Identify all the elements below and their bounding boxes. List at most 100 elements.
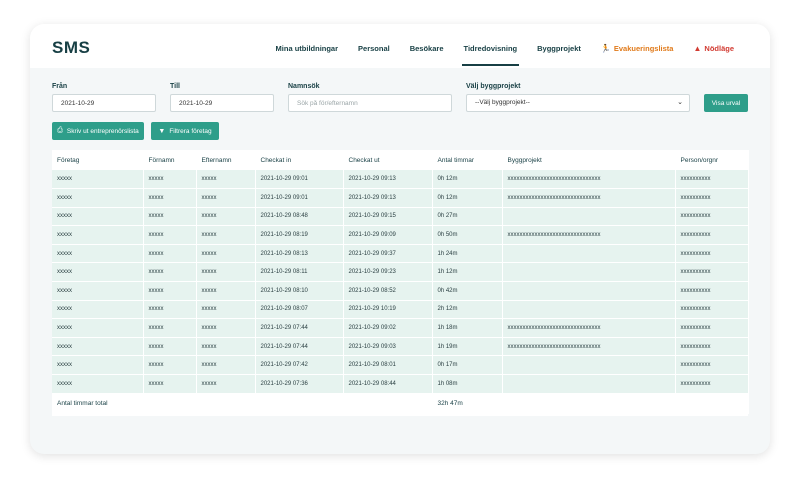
table-cell: [502, 374, 676, 394]
to-label: Till: [170, 83, 180, 90]
table-row[interactable]: xxxxx xxxxx xxxxx 2021-10-29 09:01 2021-10-2…: [52, 170, 749, 190]
table-cell: xxxxxxxxxxxxxxxxxxxxxxxxxxxxxxx: [502, 318, 676, 338]
table-cell: 1h 12m: [432, 262, 503, 283]
logo[interactable]: SMS: [52, 38, 90, 58]
column-header[interactable]: Checkat in: [255, 150, 344, 170]
table-cell: 2021-10-29 08:48: [255, 207, 344, 227]
table-cell: 2021-10-29 08:52: [343, 281, 433, 301]
project-select[interactable]: --Välj byggprojekt-- ⌄: [466, 94, 690, 112]
name-search-input[interactable]: [288, 94, 452, 112]
table-cell: xxxxxxxxxxxxxxxxxxxxxxxxxxxxxxx: [502, 337, 676, 357]
table-cell: xxxxx: [143, 262, 197, 283]
table-cell: [502, 281, 676, 301]
column-header[interactable]: Förnamn: [143, 150, 197, 170]
running-person-icon: 🏃: [600, 44, 611, 53]
table-cell: xxxxx: [196, 262, 256, 283]
column-header[interactable]: Checkat ut: [343, 150, 433, 170]
nav-byggprojekt[interactable]: Byggprojekt: [527, 24, 591, 68]
table-cell: xxxxxxxxxx: [675, 244, 749, 264]
table-cell: 0h 12m: [432, 170, 503, 190]
table-cell: xxxxx: [196, 318, 256, 338]
table-cell: 2021-10-29 09:23: [343, 262, 433, 283]
table-cell: 2021-10-29 07:42: [255, 355, 344, 376]
column-header[interactable]: Antal timmar: [432, 150, 503, 170]
table-cell: xxxxx: [143, 355, 197, 376]
filter-company-button[interactable]: ▼ Filtrera företag: [151, 122, 219, 140]
table-cell: xxxxx: [143, 244, 197, 264]
table-cell: 0h 12m: [432, 188, 503, 208]
table-cell: xxxxx: [52, 262, 144, 283]
table-cell: xxxxxxxxxxxxxxxxxxxxxxxxxxxxxxx: [502, 170, 676, 190]
table-row[interactable]: xxxxx xxxxx xxxxx 2021-10-29 08:10 2021-10-2…: [52, 281, 749, 301]
table-cell: 0h 17m: [432, 355, 503, 376]
table-cell: xxxxxxxxxx: [675, 262, 749, 283]
warning-icon: ▲: [693, 44, 702, 53]
project-select-value: --Välj byggprojekt--: [475, 99, 530, 106]
table-cell: xxxxx: [196, 281, 256, 301]
table-cell: 1h 08m: [432, 374, 503, 394]
nav-personal[interactable]: Personal: [348, 24, 400, 68]
table-cell: xxxxx: [196, 374, 256, 394]
table-row[interactable]: xxxxx xxxxx xxxxx 2021-10-29 07:42 2021-10-2…: [52, 355, 749, 376]
table-cell: xxxxx: [143, 225, 197, 245]
table-cell: xxxxxxxxxx: [675, 281, 749, 301]
table-cell: xxxxx: [143, 318, 197, 338]
column-header[interactable]: Företag: [52, 150, 144, 170]
table-cell: 2021-10-29 07:36: [255, 374, 344, 394]
table-row[interactable]: xxxxx xxxxx xxxxx 2021-10-29 07:36 2021-10-2…: [52, 374, 749, 394]
table-footer-row: Antal timmar total 32h 47m: [52, 393, 749, 414]
table-row[interactable]: xxxxx xxxxx xxxxx 2021-10-29 07:44 2021-10-2…: [52, 318, 749, 338]
table-row[interactable]: xxxxx xxxxx xxxxx 2021-10-29 09:01 2021-10-2…: [52, 188, 749, 208]
nav-tidredovisning[interactable]: Tidredovisning: [454, 24, 528, 68]
print-contractor-list-button[interactable]: ⎙ Skriv ut entreprenörslista: [52, 122, 144, 140]
table-cell: xxxxx: [52, 188, 144, 208]
name-search-label: Namnsök: [288, 83, 320, 90]
column-header[interactable]: Person/orgnr: [675, 150, 749, 170]
table-cell: 2021-10-29 08:13: [255, 244, 344, 264]
from-label: Från: [52, 83, 68, 90]
table-cell: xxxxx: [52, 207, 144, 227]
table-row[interactable]: xxxxx xxxxx xxxxx 2021-10-29 08:48 2021-10-2…: [52, 207, 749, 227]
table-cell: xxxxx: [143, 337, 197, 357]
nav-besokare[interactable]: Besökare: [400, 24, 454, 68]
table-row[interactable]: xxxxx xxxxx xxxxx 2021-10-29 08:07 2021-10-2…: [52, 300, 749, 320]
table-cell: xxxxxxxxxxxxxxxxxxxxxxxxxxxxxxx: [502, 188, 676, 208]
to-date-input[interactable]: [170, 94, 274, 112]
table-cell: 2021-10-29 08:01: [343, 355, 433, 376]
table-cell: 1h 19m: [432, 337, 503, 357]
nav-mina-utbildningar[interactable]: Mina utbildningar: [266, 24, 349, 68]
table-row[interactable]: xxxxx xxxxx xxxxx 2021-10-29 08:11 2021-10-2…: [52, 262, 749, 283]
table-cell: xxxxxxxxxx: [675, 337, 749, 357]
nav-evakueringslista-label: Evakueringslista: [613, 44, 674, 53]
table-cell: xxxxx: [196, 170, 256, 190]
table-cell: 2021-10-29 08:11: [255, 262, 344, 283]
table-cell: 2021-10-29 09:01: [255, 170, 344, 190]
table-cell: xxxxxxxxxx: [675, 225, 749, 245]
from-date-input[interactable]: [52, 94, 156, 112]
table-cell: 2021-10-29 09:13: [343, 188, 433, 208]
table-row[interactable]: xxxxx xxxxx xxxxx 2021-10-29 07:44 2021-10-2…: [52, 337, 749, 357]
table-cell: xxxxx: [52, 170, 144, 190]
table-cell: xxxxx: [143, 374, 197, 394]
table-cell: [502, 355, 676, 376]
table-cell: xxxxxxxxxx: [675, 170, 749, 190]
chevron-down-icon: ⌄: [677, 99, 683, 106]
nav-nodlage[interactable]: ▲ Nödläge: [683, 24, 744, 68]
column-header[interactable]: Byggprojekt: [502, 150, 676, 170]
main-nav: Mina utbildningar Personal Besökare Tidr…: [266, 24, 744, 68]
table-cell: 2021-10-29 09:03: [343, 337, 433, 357]
filter-button-label: Filtrera företag: [169, 127, 212, 135]
table-cell: xxxxx: [52, 244, 144, 264]
table-row[interactable]: xxxxx xxxxx xxxxx 2021-10-29 08:13 2021-10-2…: [52, 244, 749, 264]
show-selection-button[interactable]: Visa urval: [704, 94, 748, 112]
table-cell: xxxxx: [52, 281, 144, 301]
column-header[interactable]: Efternamn: [196, 150, 256, 170]
app-window: SMS Mina utbildningar Personal Besökare …: [30, 24, 770, 454]
table-cell: xxxxx: [196, 244, 256, 264]
table-cell: xxxxx: [52, 337, 144, 357]
table-cell: 2021-10-29 09:37: [343, 244, 433, 264]
table-cell: 0h 27m: [432, 207, 503, 227]
nav-evakueringslista[interactable]: 🏃 Evakueringslista: [591, 24, 684, 68]
table-row[interactable]: xxxxx xxxxx xxxxx 2021-10-29 08:19 2021-10-2…: [52, 225, 749, 245]
table-cell: 2021-10-29 09:13: [343, 170, 433, 190]
